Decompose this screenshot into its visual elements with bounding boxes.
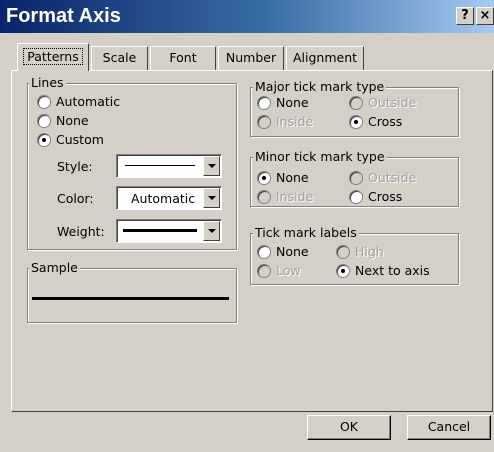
chevron-down-icon[interactable] [203,221,220,241]
radio-selected-icon [336,263,350,278]
cancel-button[interactable]: Cancel [407,415,491,440]
major-tick-legend: Major tick mark type [253,79,387,94]
minor-inside-label: Inside [276,189,314,204]
major-cross-label: Cross [368,114,403,129]
tab-patterns[interactable]: Patterns [17,43,89,71]
lines-none-option[interactable]: None [37,113,89,128]
labels-high-label: High [355,244,384,259]
radio-disabled-icon [257,114,271,129]
labels-next-to-axis-option[interactable]: Next to axis [336,263,430,278]
radio-icon [37,113,51,128]
major-inside-option: Inside [257,114,313,129]
radio-icon [257,95,271,110]
tick-labels-legend: Tick mark labels [253,225,359,240]
color-value: Automatic [131,191,196,206]
sample-line [32,297,229,300]
radio-disabled-icon [257,189,271,204]
minor-outside-option: Outside [349,170,416,185]
lines-automatic-option[interactable]: Automatic [37,94,120,109]
radio-selected-icon [37,132,51,147]
radio-icon [257,244,271,259]
labels-none-label: None [276,244,309,259]
minor-outside-label: Outside [368,170,417,185]
lines-legend: Lines [29,75,66,90]
radio-selected-icon [349,114,363,129]
radio-disabled-icon [336,244,350,259]
major-none-option[interactable]: None [257,95,309,110]
tab-scale[interactable]: Scale [91,46,148,70]
major-outside-label: Outside [368,95,417,110]
thin-line-preview [125,165,195,166]
minor-none-option[interactable]: None [257,170,309,185]
weight-label: Weight: [57,224,105,239]
chevron-down-icon[interactable] [203,156,220,176]
radio-icon [37,94,51,109]
labels-next-to-axis-label: Next to axis [355,263,430,278]
tab-font[interactable]: Font [150,46,216,70]
lines-none-label: None [56,113,89,128]
sample-legend: Sample [29,260,80,275]
lines-automatic-label: Automatic [56,94,121,109]
tab-alignment[interactable]: Alignment [286,46,364,70]
sample-group [27,268,237,323]
chevron-down-icon[interactable] [203,188,220,208]
minor-cross-label: Cross [368,189,403,204]
labels-high-option: High [336,244,384,259]
minor-tick-legend: Minor tick mark type [253,149,387,164]
color-label: Color: [57,191,94,206]
radio-icon [349,189,363,204]
radio-selected-icon [257,170,271,185]
labels-none-option[interactable]: None [257,244,309,259]
lines-custom-option[interactable]: Custom [37,132,104,147]
major-none-label: None [276,95,309,110]
labels-low-option: Low [257,263,301,278]
major-cross-option[interactable]: Cross [349,114,402,129]
radio-disabled-icon [349,170,363,185]
radio-disabled-icon [349,95,363,110]
tab-number[interactable]: Number [218,46,284,70]
style-select[interactable] [116,154,222,178]
window-title: Format Axis [6,5,121,27]
close-button[interactable]: × [476,7,494,25]
lines-custom-label: Custom [56,132,104,147]
minor-inside-option: Inside [257,189,313,204]
title-bar[interactable]: Format Axis ? × [0,0,494,33]
labels-low-label: Low [276,263,301,278]
help-button[interactable]: ? [456,7,474,25]
radio-disabled-icon [257,263,271,278]
weight-select[interactable] [116,219,222,243]
thick-line-preview [123,229,197,232]
major-outside-option: Outside [349,95,416,110]
minor-none-label: None [276,170,309,185]
color-select[interactable]: Automatic [116,186,222,210]
tab-patterns-label: Patterns [23,48,83,65]
style-label: Style: [57,159,93,174]
ok-button[interactable]: OK [307,415,391,440]
minor-cross-option[interactable]: Cross [349,189,402,204]
major-inside-label: Inside [276,114,314,129]
